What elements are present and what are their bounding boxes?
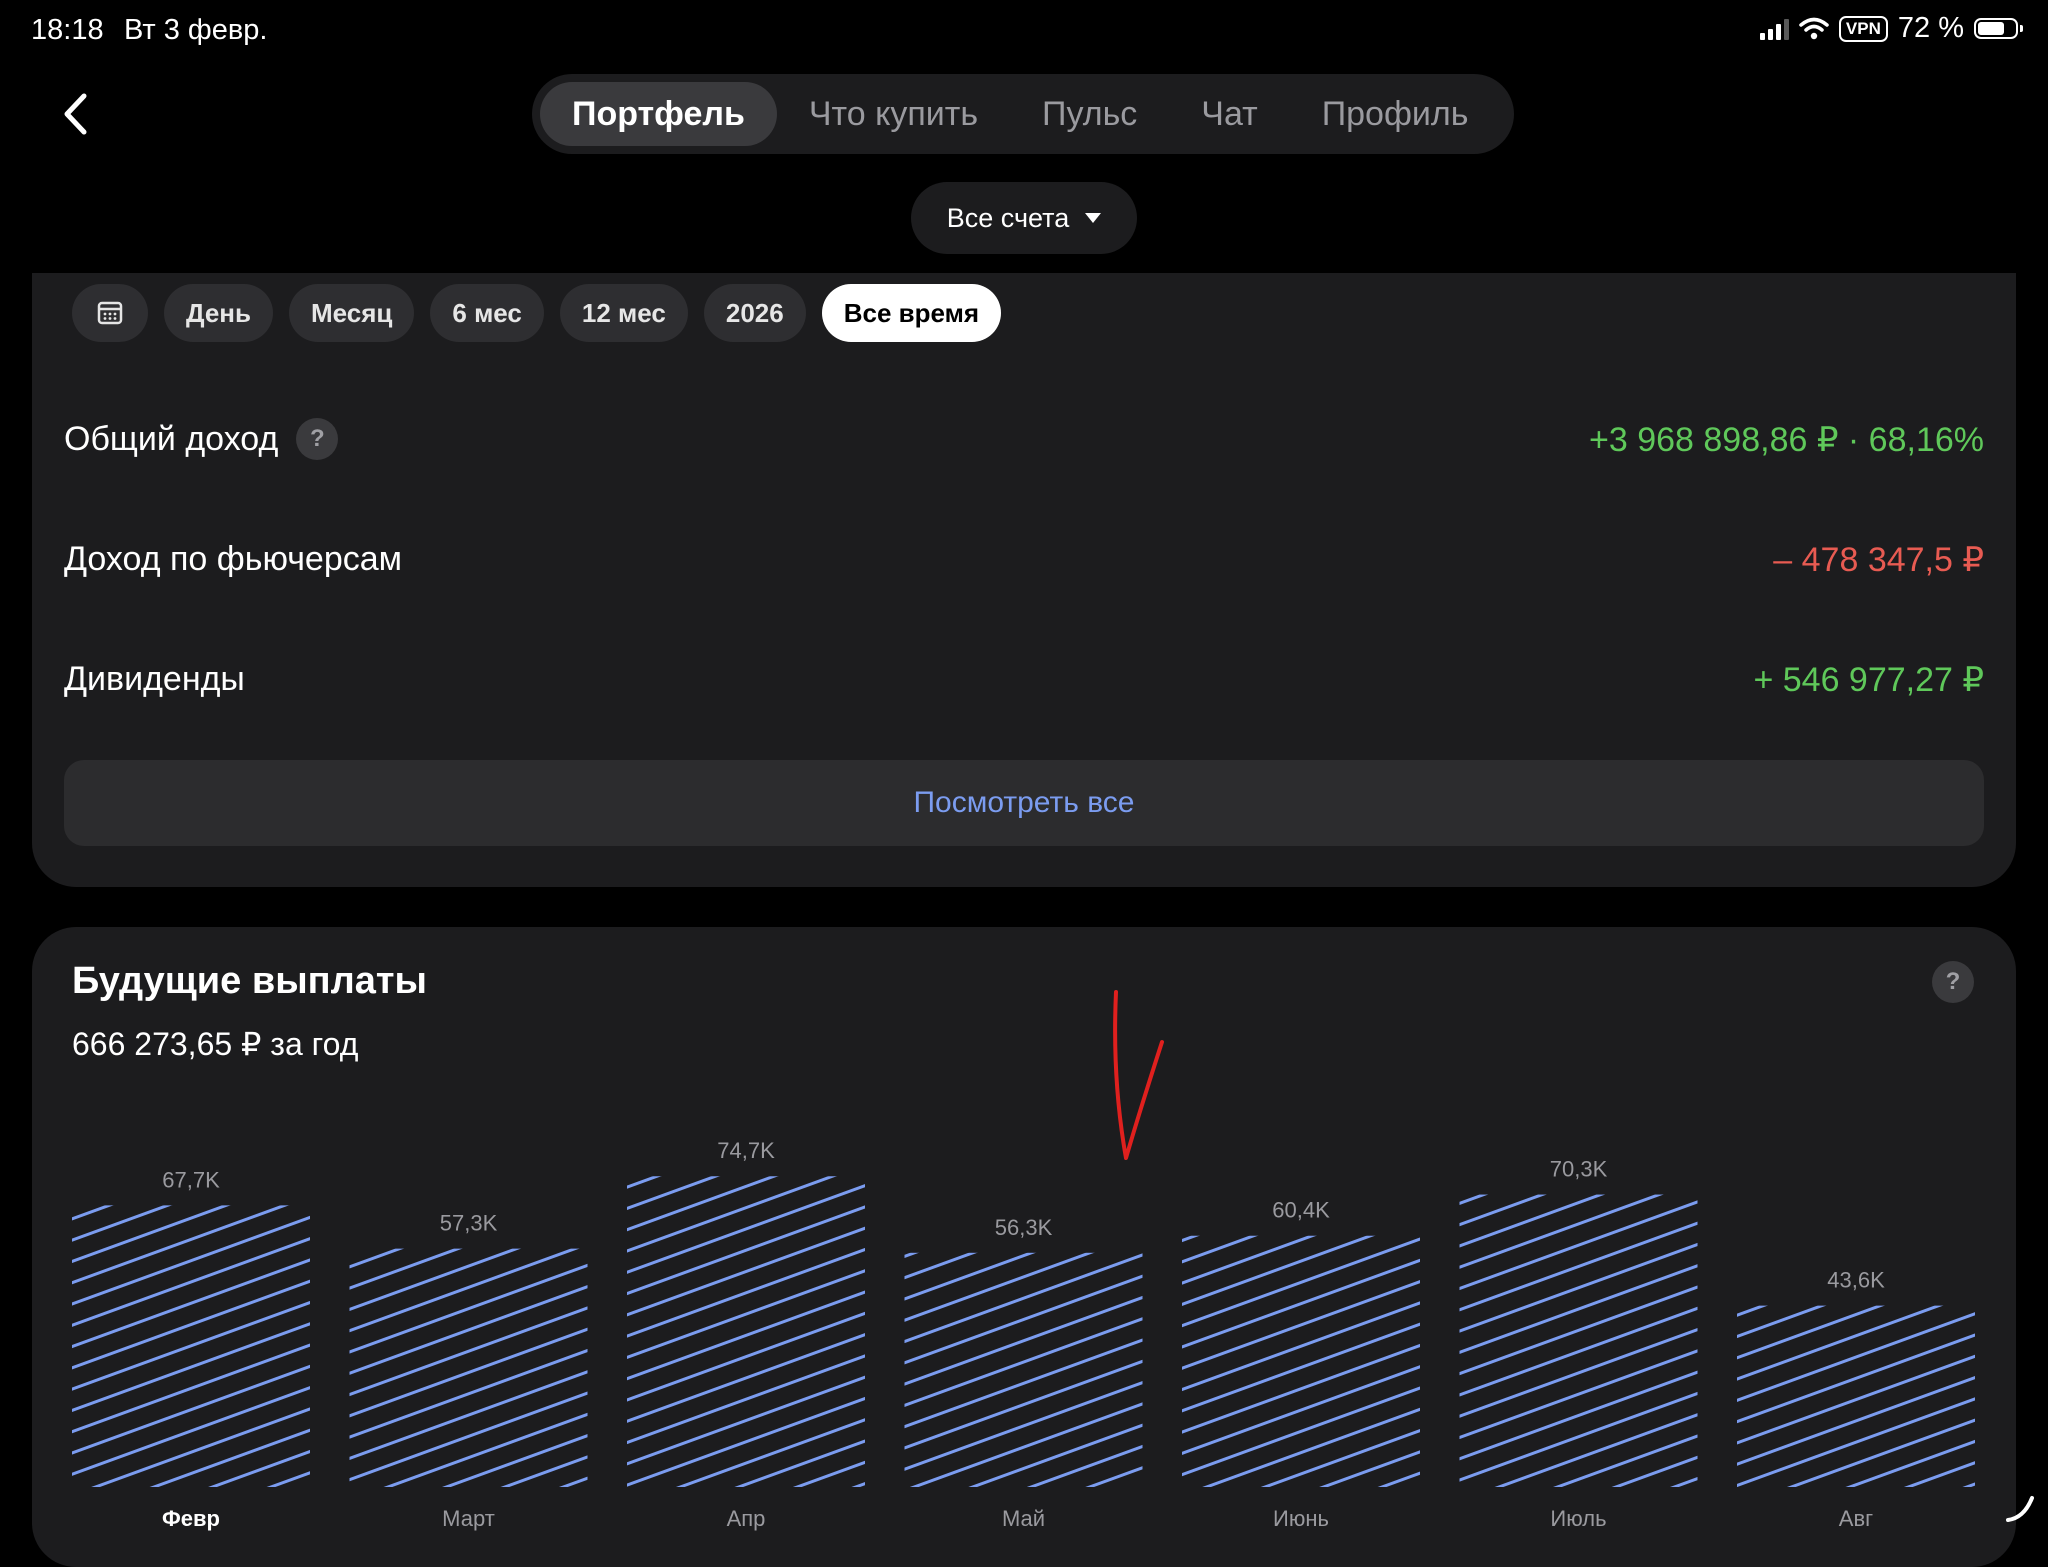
bar-май[interactable]: [904, 1252, 1143, 1487]
bar-value-label: 74,7K: [717, 1138, 775, 1163]
month-label[interactable]: Июнь: [1273, 1506, 1329, 1531]
month-label[interactable]: Апр: [727, 1506, 766, 1531]
bar-июнь[interactable]: [1182, 1235, 1420, 1487]
bar-value-label: 60,4K: [1272, 1198, 1330, 1223]
handwritten-mark: [1113, 990, 1164, 1160]
month-label[interactable]: Авг: [1839, 1506, 1873, 1531]
bar-март[interactable]: [349, 1248, 588, 1487]
home-indicator-icon: [2006, 1496, 2034, 1522]
bar-value-label: 43,6K: [1827, 1268, 1885, 1293]
bar-апр[interactable]: [627, 1176, 865, 1487]
month-label[interactable]: Май: [1002, 1506, 1045, 1531]
bar-value-label: 67,7K: [162, 1167, 220, 1192]
bar-июль[interactable]: [1459, 1194, 1698, 1487]
payouts-bar-chart: 67,7K Февр 57,3K Март 74,7K Апр 56,3K Май 60,4K И…: [72, 990, 1975, 1531]
month-label[interactable]: Февр: [162, 1506, 220, 1531]
bar-value-label: 70,3K: [1550, 1157, 1608, 1182]
bar-авг[interactable]: [1737, 1305, 1975, 1487]
bar-value-label: 57,3K: [440, 1211, 498, 1236]
bar-февр[interactable]: [72, 1205, 310, 1487]
bar-value-label: 56,3K: [995, 1215, 1053, 1240]
month-label[interactable]: Июль: [1550, 1506, 1606, 1531]
month-label[interactable]: Март: [442, 1506, 495, 1531]
